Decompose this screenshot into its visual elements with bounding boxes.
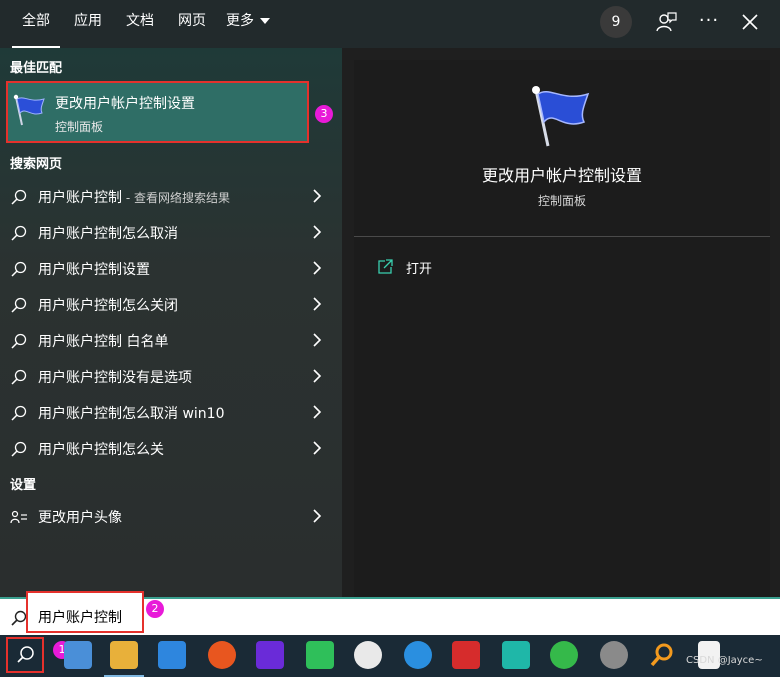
web-search-result-label: 用户账户控制 - 查看网络搜索结果 — [38, 187, 230, 207]
web-search-result[interactable]: 用户账户控制怎么关闭 — [0, 286, 342, 322]
web-search-result[interactable]: 用户账户控制设置 — [0, 250, 342, 286]
web-search-result[interactable]: 用户账户控制没有是选项 — [0, 358, 342, 394]
chevron-right-icon[interactable] — [312, 404, 322, 420]
chevron-right-icon[interactable] — [312, 508, 322, 524]
tab-all[interactable]: 全部 — [12, 0, 60, 49]
web-search-result[interactable]: 用户账户控制怎么取消 win10 — [0, 394, 342, 430]
control-panel-taskbar-icon[interactable] — [64, 641, 92, 669]
search-icon — [10, 332, 28, 350]
calendar-taskbar-icon[interactable] — [158, 641, 186, 669]
callout-3: 3 — [315, 105, 333, 123]
web-search-result-label: 用户账户控制怎么取消 win10 — [38, 403, 224, 423]
flag-icon — [12, 93, 48, 127]
web-search-result-label: 用户账户控制怎么取消 — [38, 223, 178, 243]
result-query: 用户账户控制怎么关闭 — [38, 298, 178, 314]
web-search-result-label: 用户账户控制怎么关 — [38, 439, 164, 459]
app-taskbar-icon[interactable] — [208, 641, 236, 669]
user-list-icon — [10, 508, 28, 526]
search-icon — [10, 188, 28, 206]
chevron-right-icon[interactable] — [312, 368, 322, 384]
rewards-badge[interactable]: 9 — [600, 6, 632, 38]
open-icon — [376, 258, 394, 276]
web-search-result-label: 用户账户控制没有是选项 — [38, 367, 192, 387]
search-taskbar-icon[interactable] — [648, 641, 676, 669]
chevron-right-icon[interactable] — [312, 440, 322, 456]
chevron-right-icon[interactable] — [312, 260, 322, 276]
web-search-result-label: 用户账户控制 白名单 — [38, 331, 168, 351]
preview-title: 更改用户帐户控制设置 — [481, 166, 642, 185]
result-query: 用户账户控制设置 — [38, 262, 150, 278]
chevron-right-icon[interactable] — [312, 296, 322, 312]
result-query: 用户账户控制 白名单 — [38, 334, 169, 350]
more-options-icon[interactable]: ··· — [696, 9, 722, 35]
app-taskbar-icon[interactable] — [404, 641, 432, 669]
chevron-right-icon[interactable] — [312, 332, 322, 348]
search-icon — [10, 440, 28, 458]
search-filter-tabs: 全部 应用 文档 网页 更多 9 ··· — [0, 0, 780, 49]
tab-apps[interactable]: 应用 — [68, 0, 108, 46]
result-query: 用户账户控制怎么关 — [38, 442, 164, 458]
search-icon — [10, 368, 28, 386]
settings-result-label: 更改用户头像 — [38, 510, 122, 526]
preview-subtitle: 控制面板 — [537, 194, 586, 208]
result-query: 用户账户控制 — [38, 190, 122, 206]
search-web-header: 搜索网页 — [10, 157, 63, 172]
result-suffix: - 查看网络搜索结果 — [122, 191, 230, 205]
result-query: 用户账户控制怎么取消 — [38, 226, 178, 242]
web-search-result-label: 用户账户控制怎么关闭 — [38, 295, 178, 315]
web-search-result[interactable]: 用户账户控制 - 查看网络搜索结果 — [0, 178, 342, 214]
youdao-taskbar-icon[interactable] — [452, 641, 480, 669]
file-explorer-taskbar-icon[interactable] — [110, 641, 138, 669]
taskbar-search-button[interactable] — [6, 637, 44, 673]
results-pane: 最佳匹配 更改用户帐户控制设置 控制面板 3 搜索网页 用户账户控制 - 查看网… — [0, 48, 342, 597]
search-icon — [10, 260, 28, 278]
chevron-right-icon[interactable] — [312, 188, 322, 204]
divider — [354, 236, 770, 237]
tab-web[interactable]: 网页 — [172, 0, 212, 46]
best-match-title: 更改用户帐户控制设置 — [55, 96, 195, 112]
tab-more[interactable]: 更多 — [226, 0, 278, 46]
result-query: 用户账户控制怎么取消 win10 — [38, 406, 225, 422]
close-icon[interactable] — [737, 9, 763, 35]
tab-documents[interactable]: 文档 — [120, 0, 160, 46]
best-match-result[interactable]: 更改用户帐户控制设置 控制面板 — [6, 81, 309, 143]
search-bar: 用户账户控制 — [0, 591, 780, 635]
web-search-result-label: 用户账户控制设置 — [38, 259, 150, 279]
best-match-subtitle: 控制面板 — [55, 120, 104, 134]
settings-result[interactable]: 更改用户头像 — [0, 498, 342, 534]
web-search-result[interactable]: 用户账户控制 白名单 — [0, 322, 342, 358]
chrome-taskbar-icon[interactable] — [354, 641, 382, 669]
search-icon — [10, 404, 28, 422]
avatar-taskbar-icon[interactable] — [600, 641, 628, 669]
tab-more-label: 更多 — [226, 13, 254, 29]
result-query: 用户账户控制没有是选项 — [38, 370, 192, 386]
callout-2: 2 — [146, 600, 164, 618]
xshell-taskbar-icon[interactable] — [502, 641, 530, 669]
flag-icon — [528, 84, 594, 150]
intellij-taskbar-icon[interactable] — [256, 641, 284, 669]
watermark: CSDN @Jayce~ — [686, 655, 763, 666]
search-icon — [10, 224, 28, 242]
web-search-result[interactable]: 用户账户控制怎么取消 — [0, 214, 342, 250]
chevron-right-icon[interactable] — [312, 224, 322, 240]
web-search-result[interactable]: 用户账户控制怎么关 — [0, 430, 342, 466]
open-label: 打开 — [406, 262, 433, 277]
taskbar: 1 CSDN @Jayce~ — [0, 635, 780, 677]
chevron-down-icon — [260, 18, 270, 24]
best-match-header: 最佳匹配 — [10, 61, 63, 76]
pycharm-taskbar-icon[interactable] — [306, 641, 334, 669]
search-input[interactable]: 用户账户控制 — [26, 591, 144, 633]
feedback-icon[interactable] — [653, 9, 679, 35]
preview-pane: 更改用户帐户控制设置 控制面板 打开 — [354, 60, 770, 597]
search-icon — [10, 296, 28, 314]
settings-header: 设置 — [10, 478, 37, 493]
wechat-taskbar-icon[interactable] — [550, 641, 578, 669]
